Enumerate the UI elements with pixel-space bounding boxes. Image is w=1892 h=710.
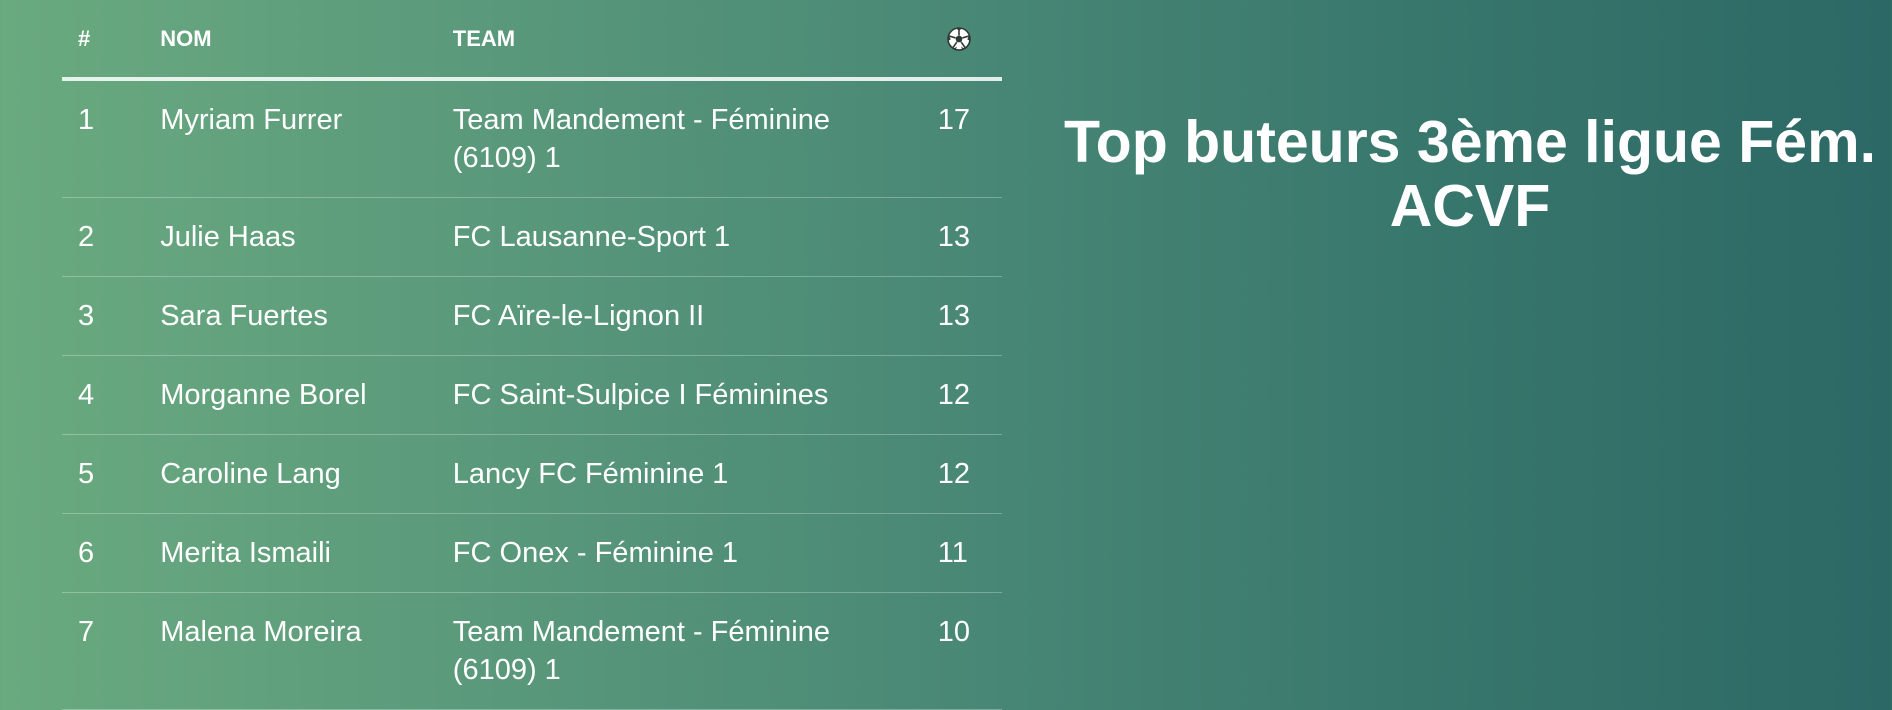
page-title: Top buteurs 3ème ligue Fém. ACVF	[1060, 110, 1880, 238]
row-rank: 4	[62, 355, 161, 435]
row-goals: 13	[937, 197, 1002, 277]
row-player-name: Sara Fuertes	[160, 276, 453, 356]
table-row: 5 Caroline Lang Lancy FC Féminine 1 12	[62, 434, 1002, 514]
row-player-name: Malena Moreira	[160, 592, 453, 710]
row-team-cell: Lancy FC Féminine 1	[452, 434, 938, 514]
soccer-ball-icon	[946, 27, 971, 51]
table-row: 1 Myriam Furrer Team Mandement - Féminin…	[62, 79, 1002, 198]
row-team-cell: Team Mandement - Féminine (6109) 1	[452, 79, 938, 198]
row-team: FC Saint-Sulpice I Féminines	[452, 379, 829, 411]
row-team: Team Mandement - Féminine (6109) 1	[452, 104, 830, 174]
row-team: Team Mandement - Féminine (6109) 1	[452, 616, 830, 686]
row-goals: 17	[937, 79, 1002, 198]
row-team: Lancy FC Féminine 1	[452, 458, 729, 490]
row-rank: 1	[62, 79, 161, 198]
table-row: 4 Morganne Borel FC Saint-Sulpice I Fémi…	[62, 355, 1002, 435]
row-goals: 12	[937, 434, 1002, 514]
row-player-name: Caroline Lang	[160, 434, 453, 514]
row-team: FC Aïre-le-Lignon II	[452, 300, 705, 332]
row-team-cell: FC Lausanne-Sport 1	[452, 197, 938, 277]
row-player-name: Julie Haas	[160, 197, 453, 277]
table-row: 7 Malena Moreira Team Mandement - Fémini…	[62, 592, 1002, 710]
row-player-name: Merita Ismaili	[160, 513, 453, 593]
header-goals	[937, 0, 1002, 81]
top-scorers-table: # NOM TEAM 1 Myriam Furrer Team Mandemen…	[62, 0, 1002, 710]
row-rank: 5	[62, 434, 161, 514]
table-header-row: # NOM TEAM	[62, 0, 1002, 81]
row-team: FC Onex - Féminine 1	[452, 537, 739, 569]
table-row: 6 Merita Ismaili FC Onex - Féminine 1 11	[62, 513, 1002, 593]
row-team: FC Lausanne-Sport 1	[452, 221, 731, 253]
row-player-name: Myriam Furrer	[160, 79, 453, 198]
row-rank: 7	[62, 592, 161, 710]
row-goals: 12	[937, 355, 1002, 435]
row-goals: 13	[937, 276, 1002, 356]
header-rank: #	[62, 0, 161, 81]
page-title-line1: Top buteurs 3ème ligue Fém.	[1064, 109, 1876, 175]
row-team-cell: Team Mandement - Féminine (6109) 1	[452, 592, 938, 710]
row-rank: 3	[62, 276, 161, 356]
row-player-name: Morganne Borel	[160, 355, 453, 435]
table-row: 2 Julie Haas FC Lausanne-Sport 1 13	[62, 197, 1002, 277]
row-team-cell: FC Onex - Féminine 1	[452, 513, 938, 593]
row-rank: 6	[62, 513, 161, 593]
row-team-cell: FC Saint-Sulpice I Féminines	[452, 355, 938, 435]
row-goals: 10	[937, 592, 1002, 710]
header-name: NOM	[160, 0, 453, 81]
row-team-cell: FC Aïre-le-Lignon II	[452, 276, 938, 356]
page-title-line2: ACVF	[1389, 173, 1551, 239]
row-goals: 11	[937, 513, 1002, 593]
table-row: 3 Sara Fuertes FC Aïre-le-Lignon II 13	[62, 276, 1002, 356]
header-team: TEAM	[452, 0, 938, 81]
row-rank: 2	[62, 197, 161, 277]
